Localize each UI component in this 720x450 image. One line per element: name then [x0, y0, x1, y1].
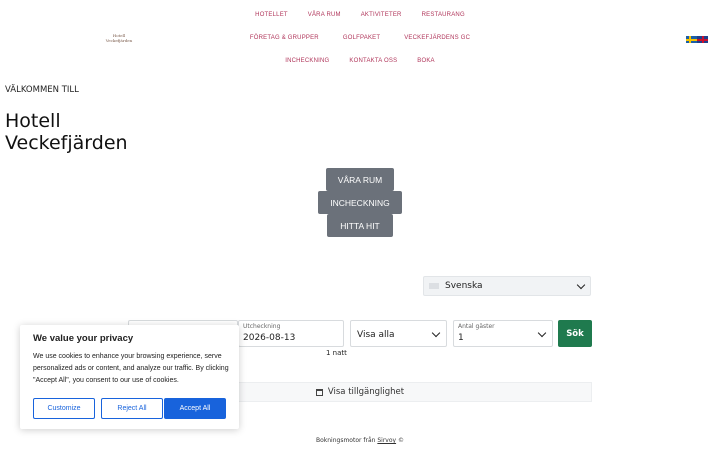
- availability-label: Visa tillgänglighet: [327, 387, 405, 397]
- nav-item-golfpaket[interactable]: GOLFPAKET: [343, 35, 380, 41]
- language-flag-icon: [429, 283, 439, 289]
- uk-flag-icon[interactable]: [697, 36, 708, 43]
- vara-rum-button[interactable]: VÅRA RUM: [326, 168, 394, 191]
- nav-row-1: HOTELLET VÅRA RUM AKTIVITETER RESTAURANG: [0, 12, 720, 18]
- nav-item-hotellet[interactable]: HOTELLET: [255, 12, 288, 18]
- language-flags: [686, 36, 708, 43]
- nav-item-kontakta-oss[interactable]: KONTAKTA OSS: [349, 58, 397, 64]
- nav-item-golfclub[interactable]: VECKEFJÄRDENS GC: [404, 35, 470, 41]
- nav-row-2: FÖRETAG & GRUPPER GOLFPAKET VECKEFJÄRDEN…: [0, 35, 720, 41]
- nav-item-vara-rum[interactable]: VÅRA RUM: [308, 12, 341, 18]
- guests-label: Antal gäster: [458, 323, 495, 330]
- chevron-down-icon: [576, 280, 586, 290]
- room-filter-select[interactable]: Visa alla: [350, 320, 447, 347]
- cookie-consent-dialog: We value your privacy We use cookies to …: [20, 325, 239, 429]
- language-select[interactable]: Svenska: [423, 276, 591, 296]
- room-filter-value: Visa alla: [357, 330, 395, 340]
- nav-item-aktiviteter[interactable]: AKTIVITETER: [361, 12, 402, 18]
- language-select-value: Svenska: [445, 281, 483, 291]
- welcome-text: VÄLKOMMEN TILL: [5, 85, 79, 95]
- credit-suffix: ©: [398, 437, 404, 444]
- title-line1: Hotell: [5, 110, 61, 132]
- customize-button[interactable]: Customize: [33, 398, 95, 419]
- checkout-field[interactable]: Utcheckning 2026-08-13: [238, 320, 344, 347]
- hitta-hit-button[interactable]: HITTA HIT: [327, 214, 393, 237]
- page-title: Hotell Veckefjärden: [5, 110, 205, 154]
- booking-engine-credit: Bokningsmotor från Sirvoy ©: [0, 437, 720, 444]
- nav-item-restaurang[interactable]: RESTAURANG: [422, 12, 465, 18]
- guests-value: 1: [458, 333, 464, 343]
- nights-count: 1 natt: [326, 349, 347, 357]
- nav-item-boka[interactable]: BOKA: [417, 58, 434, 64]
- incheckning-button[interactable]: INCHECKNING: [318, 191, 402, 214]
- chevron-down-icon: [537, 328, 547, 338]
- reject-all-button[interactable]: Reject All: [101, 398, 163, 419]
- nav-row-3: INCHECKNING KONTAKTA OSS BOKA: [0, 58, 720, 64]
- calendar-icon: [315, 388, 323, 396]
- cookie-title: We value your privacy: [33, 333, 134, 344]
- checkout-value: 2026-08-13: [243, 333, 296, 343]
- sweden-flag-icon[interactable]: [686, 36, 697, 43]
- chevron-down-icon: [431, 328, 441, 338]
- nav-item-foretag[interactable]: FÖRETAG & GRUPPER: [250, 35, 319, 41]
- cookie-body: We use cookies to enhance your browsing …: [33, 353, 229, 384]
- search-button[interactable]: Sök: [558, 320, 592, 347]
- sirvoy-link[interactable]: Sirvoy: [377, 437, 396, 444]
- nav-item-incheckning[interactable]: INCHECKNING: [285, 58, 329, 64]
- checkout-label: Utcheckning: [243, 323, 281, 330]
- guests-select[interactable]: Antal gäster 1: [453, 320, 553, 347]
- accept-all-button[interactable]: Accept All: [164, 398, 226, 419]
- title-line2: Veckefjärden: [5, 132, 128, 154]
- credit-prefix: Bokningsmotor från: [315, 437, 376, 444]
